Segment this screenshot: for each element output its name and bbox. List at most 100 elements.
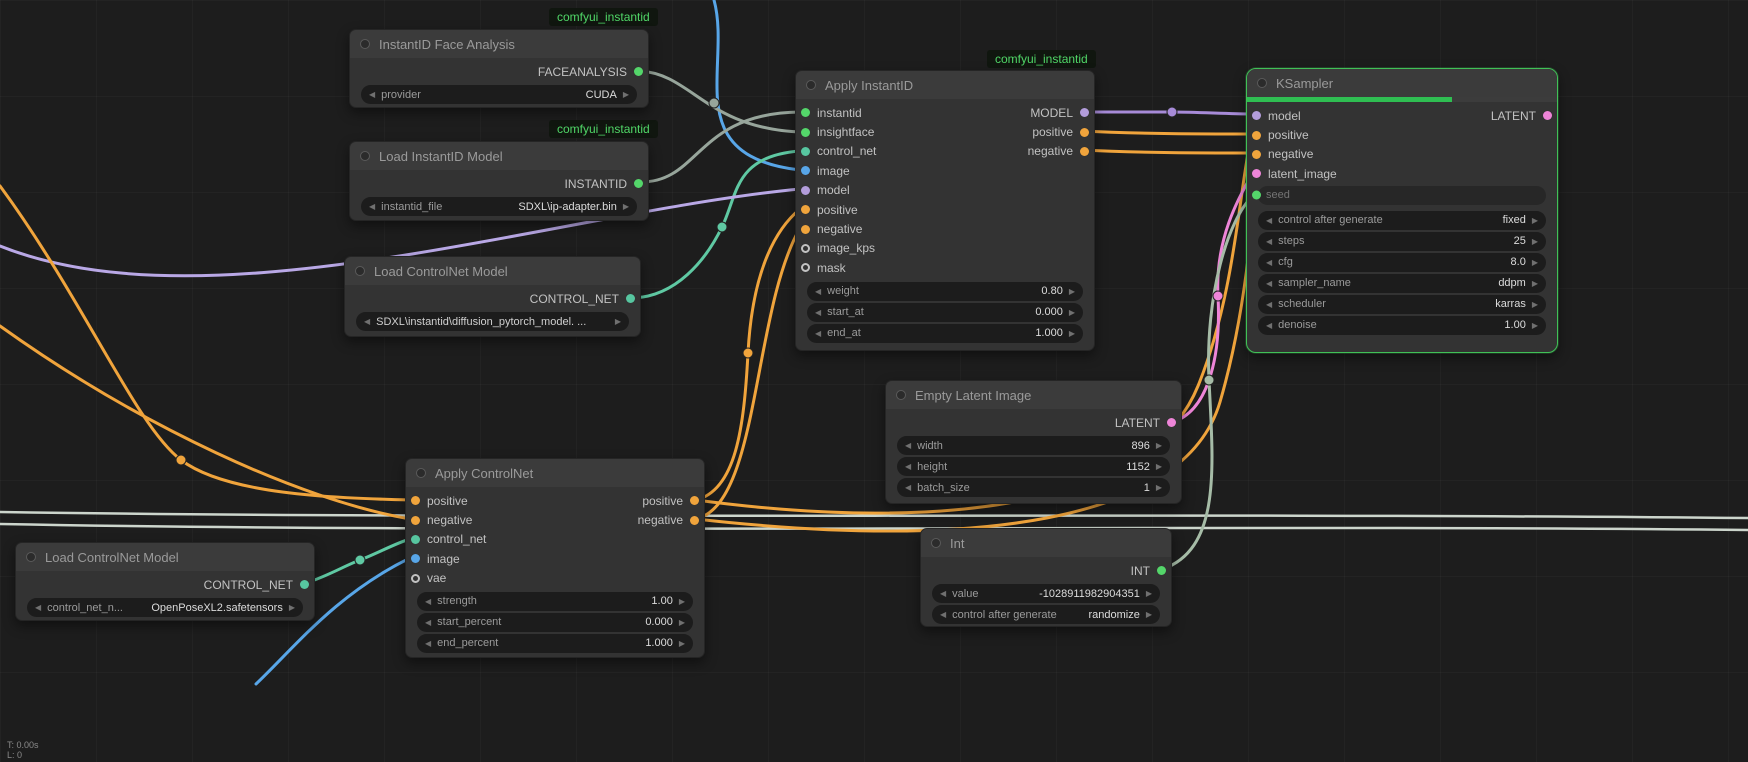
input-slot-control-net[interactable]: control_net	[796, 144, 876, 158]
widget-denoise[interactable]: ◀ denoise 1.00 ▶	[1258, 316, 1546, 335]
stepper-right-icon[interactable]: ▶	[1156, 441, 1162, 450]
node-load-instantid-model[interactable]: Load InstantID Model INSTANTID ◀ instant…	[349, 141, 649, 221]
slot-dot[interactable]	[801, 166, 810, 175]
stepper-left-icon[interactable]: ◀	[940, 589, 946, 598]
slot-dot[interactable]	[411, 535, 420, 544]
stepper-right-icon[interactable]: ▶	[289, 603, 295, 612]
output-slot-instantid[interactable]: INSTANTID	[565, 177, 648, 191]
reroute-dot[interactable]	[355, 555, 365, 565]
node-empty-latent-image[interactable]: Empty Latent Image LATENT ◀ width 896 ▶ …	[885, 380, 1182, 504]
stepper-left-icon[interactable]: ◀	[1266, 216, 1272, 225]
output-slot-negative[interactable]: negative	[638, 513, 704, 527]
input-slot-image[interactable]: image	[796, 164, 850, 178]
graph-canvas[interactable]: comfyui_instantid comfyui_instantid comf…	[0, 0, 1748, 762]
node-title-bar[interactable]: Load InstantID Model	[350, 142, 648, 170]
stepper-left-icon[interactable]: ◀	[364, 317, 370, 326]
slot-dot[interactable]	[690, 496, 699, 505]
stepper-left-icon[interactable]: ◀	[905, 441, 911, 450]
stepper-right-icon[interactable]: ▶	[1532, 321, 1538, 330]
slot-dot[interactable]	[690, 516, 699, 525]
slot-dot[interactable]	[411, 496, 420, 505]
slot-dot[interactable]	[1167, 418, 1176, 427]
widget-control-after-generate[interactable]: ◀ control after generate randomize ▶	[932, 605, 1160, 624]
input-slot-mask[interactable]: mask	[796, 261, 846, 275]
output-slot-faceanalysis[interactable]: FACEANALYSIS	[538, 65, 648, 79]
output-slot-control-net[interactable]: CONTROL_NET	[530, 292, 640, 306]
input-slot-seed[interactable]: seed	[1247, 186, 1557, 205]
reroute-dot[interactable]	[1167, 107, 1177, 117]
slot-dot[interactable]	[1080, 108, 1089, 117]
slot-dot[interactable]	[1252, 150, 1261, 159]
node-apply-instantid[interactable]: Apply InstantID instantid MODEL insightf…	[795, 70, 1095, 351]
collapse-toggle-icon[interactable]	[26, 552, 36, 562]
stepper-left-icon[interactable]: ◀	[425, 597, 431, 606]
stepper-right-icon[interactable]: ▶	[1532, 279, 1538, 288]
slot-dot[interactable]	[801, 225, 810, 234]
slot-dot[interactable]	[1252, 169, 1261, 178]
reroute-dot[interactable]	[176, 455, 186, 465]
widget-batch-size[interactable]: ◀ batch_size 1 ▶	[897, 478, 1170, 497]
stepper-left-icon[interactable]: ◀	[1266, 279, 1272, 288]
input-slot-latent-image[interactable]: latent_image	[1247, 167, 1337, 181]
output-slot-positive[interactable]: positive	[1032, 125, 1094, 139]
stepper-right-icon[interactable]: ▶	[1069, 308, 1075, 317]
reroute-dot[interactable]	[1213, 291, 1223, 301]
stepper-right-icon[interactable]: ▶	[679, 597, 685, 606]
widget-height[interactable]: ◀ height 1152 ▶	[897, 457, 1170, 476]
widget-start-at[interactable]: ◀ start_at 0.000 ▶	[807, 303, 1083, 322]
reroute-dot[interactable]	[717, 222, 727, 232]
output-slot-int[interactable]: INT	[1131, 564, 1171, 578]
stepper-left-icon[interactable]: ◀	[35, 603, 41, 612]
widget-cfg[interactable]: ◀ cfg 8.0 ▶	[1258, 253, 1546, 272]
node-title-bar[interactable]: Load ControlNet Model	[345, 257, 640, 285]
input-slot-negative[interactable]: negative	[1247, 147, 1313, 161]
stepper-right-icon[interactable]: ▶	[1069, 329, 1075, 338]
stepper-left-icon[interactable]: ◀	[369, 202, 375, 211]
input-slot-positive[interactable]: positive	[406, 494, 468, 508]
output-slot-latent[interactable]: LATENT	[1115, 416, 1181, 430]
reroute-dot[interactable]	[743, 348, 753, 358]
widget-strength[interactable]: ◀ strength 1.00 ▶	[417, 592, 693, 611]
stepper-right-icon[interactable]: ▶	[615, 317, 621, 326]
stepper-right-icon[interactable]: ▶	[1532, 216, 1538, 225]
slot-dot[interactable]	[801, 186, 810, 195]
slot-dot[interactable]	[801, 205, 810, 214]
node-title-bar[interactable]: KSampler	[1247, 69, 1557, 97]
input-slot-image[interactable]: image	[406, 552, 460, 566]
input-slot-control-net[interactable]: control_net	[406, 532, 486, 546]
collapse-toggle-icon[interactable]	[806, 80, 816, 90]
node-instantid-face-analysis[interactable]: InstantID Face Analysis FACEANALYSIS ◀ p…	[349, 29, 649, 108]
stepper-left-icon[interactable]: ◀	[425, 618, 431, 627]
slot-dot[interactable]	[801, 263, 810, 272]
slot-dot[interactable]	[1543, 111, 1552, 120]
widget-sampler-name[interactable]: ◀ sampler_name ddpm ▶	[1258, 274, 1546, 293]
node-load-controlnet-model-top[interactable]: Load ControlNet Model CONTROL_NET ◀ SDXL…	[344, 256, 641, 337]
widget-end-at[interactable]: ◀ end_at 1.000 ▶	[807, 324, 1083, 343]
input-slot-positive[interactable]: positive	[796, 203, 858, 217]
stepper-right-icon[interactable]: ▶	[1156, 483, 1162, 492]
stepper-right-icon[interactable]: ▶	[679, 618, 685, 627]
stepper-right-icon[interactable]: ▶	[1532, 300, 1538, 309]
input-slot-insightface[interactable]: insightface	[796, 125, 874, 139]
input-slot-vae[interactable]: vae	[406, 571, 446, 585]
widget-control-after-generate[interactable]: ◀ control after generate fixed ▶	[1258, 211, 1546, 230]
node-load-controlnet-model-bottom[interactable]: Load ControlNet Model CONTROL_NET ◀ cont…	[15, 542, 315, 621]
stepper-right-icon[interactable]: ▶	[623, 202, 629, 211]
stepper-left-icon[interactable]: ◀	[1266, 237, 1272, 246]
collapse-toggle-icon[interactable]	[355, 266, 365, 276]
slot-dot[interactable]	[801, 244, 810, 253]
collapse-toggle-icon[interactable]	[360, 39, 370, 49]
slot-dot[interactable]	[411, 516, 420, 525]
slot-dot[interactable]	[634, 67, 643, 76]
widget-weight[interactable]: ◀ weight 0.80 ▶	[807, 282, 1083, 301]
slot-dot[interactable]	[300, 580, 309, 589]
input-slot-model[interactable]: model	[796, 183, 850, 197]
collapse-toggle-icon[interactable]	[416, 468, 426, 478]
slot-dot[interactable]	[411, 554, 420, 563]
stepper-right-icon[interactable]: ▶	[1146, 589, 1152, 598]
slot-dot[interactable]	[634, 179, 643, 188]
node-title-bar[interactable]: Load ControlNet Model	[16, 543, 314, 571]
widget-end-percent[interactable]: ◀ end_percent 1.000 ▶	[417, 634, 693, 653]
slot-dot[interactable]	[1080, 128, 1089, 137]
output-slot-positive[interactable]: positive	[642, 494, 704, 508]
